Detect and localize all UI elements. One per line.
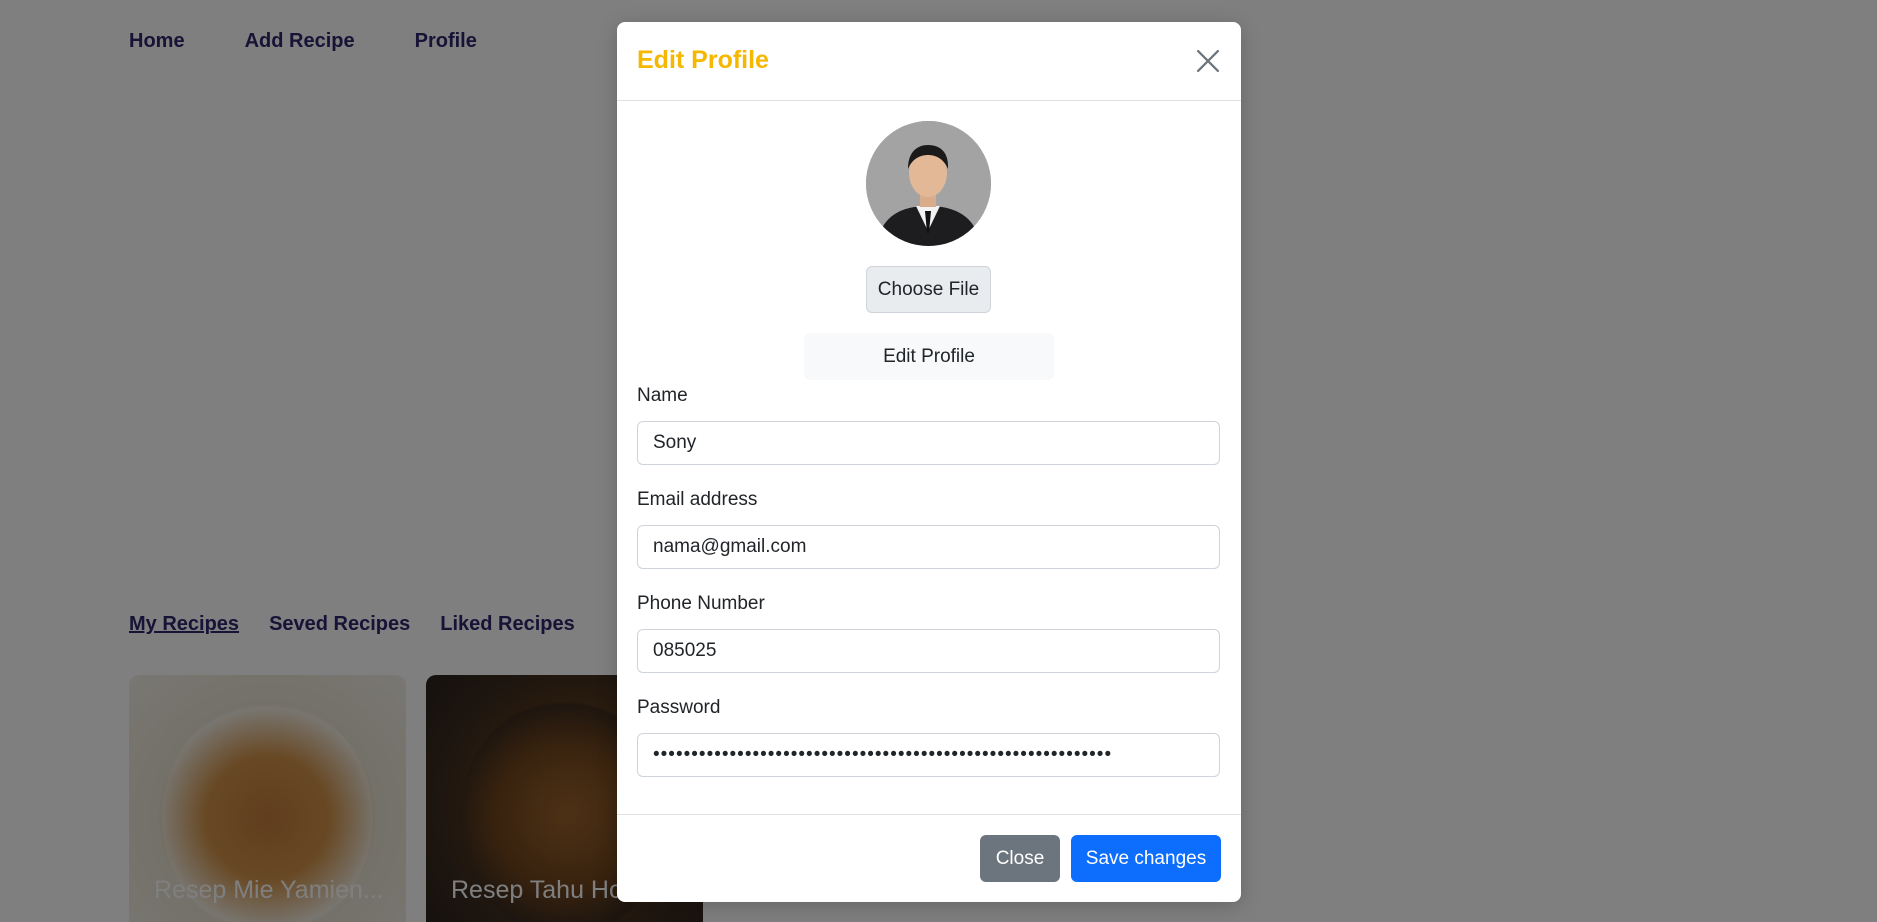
profile-avatar [866, 121, 991, 246]
save-changes-button[interactable]: Save changes [1071, 835, 1221, 882]
email-input[interactable] [637, 525, 1220, 569]
edit-profile-modal: Edit Profile Choose File Edit Profile Na… [617, 22, 1241, 902]
modal-header: Edit Profile [617, 22, 1241, 101]
close-icon-svg [1196, 49, 1220, 73]
close-button[interactable]: Close [980, 835, 1060, 882]
modal-footer: Close Save changes [617, 814, 1241, 902]
password-label: Password [637, 697, 721, 718]
name-label: Name [637, 385, 688, 406]
phone-label: Phone Number [637, 593, 765, 614]
phone-input[interactable] [637, 629, 1220, 673]
edit-profile-button[interactable]: Edit Profile [804, 333, 1054, 380]
password-input[interactable] [637, 733, 1220, 777]
name-input[interactable] [637, 421, 1220, 465]
modal-body: Choose File Edit Profile Name Email addr… [617, 101, 1241, 814]
email-label: Email address [637, 489, 758, 510]
modal-title: Edit Profile [637, 46, 769, 74]
choose-file-button[interactable]: Choose File [866, 266, 991, 313]
avatar-portrait [866, 121, 991, 246]
close-icon[interactable] [1191, 44, 1225, 78]
